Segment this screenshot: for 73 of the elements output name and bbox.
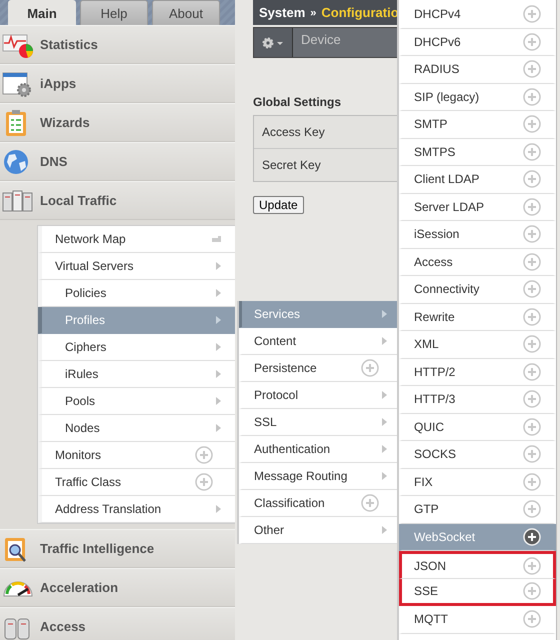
- menu-item[interactable]: Rewrite: [399, 304, 556, 331]
- arrow-icon: [382, 337, 387, 345]
- map-icon: [212, 236, 221, 242]
- nav-item[interactable]: DNS: [0, 142, 235, 181]
- menu-item[interactable]: Nodes: [38, 415, 235, 442]
- breadcrumb-page: Configuratio: [321, 5, 399, 20]
- menu-item[interactable]: QUIC: [399, 414, 556, 441]
- arrow-icon: [216, 316, 221, 324]
- arrow-icon: [382, 472, 387, 480]
- arrow-icon: [216, 262, 221, 270]
- nav-label: Wizards: [40, 115, 90, 130]
- section-title: Global Settings: [253, 95, 342, 109]
- arrow-icon: [216, 424, 221, 432]
- menu-item[interactable]: XML: [399, 331, 556, 358]
- menu-item[interactable]: Policies: [38, 280, 235, 307]
- update-button[interactable]: Update: [253, 196, 304, 214]
- menu-item[interactable]: RADIUS: [399, 56, 556, 84]
- menu-item[interactable]: Access: [399, 248, 556, 276]
- nav-item[interactable]: Acceleration: [0, 568, 235, 607]
- nav-label: Traffic Intelligence: [40, 541, 154, 556]
- nav-label: Statistics: [40, 37, 98, 52]
- arrow-icon: [216, 397, 221, 405]
- menu-item[interactable]: HTTP/2: [399, 358, 556, 386]
- menu-item[interactable]: JSON: [399, 551, 556, 578]
- menu-item[interactable]: Connectivity: [399, 276, 556, 304]
- arrow-icon: [382, 418, 387, 426]
- menu-item[interactable]: DHCPv4: [399, 1, 556, 28]
- menu-item[interactable]: HTTP/3: [399, 386, 556, 414]
- menu-item[interactable]: Ciphers: [38, 334, 235, 361]
- nav-item[interactable]: Statistics: [0, 25, 235, 64]
- arrow-icon: [216, 289, 221, 297]
- nav-item[interactable]: Wizards: [0, 103, 235, 142]
- menu-item[interactable]: SMTPS: [399, 138, 556, 166]
- breadcrumb-separator: »: [310, 6, 316, 18]
- arrow-icon: [382, 445, 387, 453]
- menu-item[interactable]: Pools: [38, 388, 235, 415]
- menu-item[interactable]: iRules: [38, 361, 235, 388]
- menu-item[interactable]: DHCPv6: [399, 28, 556, 56]
- breadcrumb-section[interactable]: System: [259, 5, 306, 20]
- arrow-icon: [382, 526, 387, 534]
- menu-item[interactable]: Virtual Servers: [38, 253, 235, 280]
- nav-item[interactable]: Traffic Intelligence: [0, 529, 235, 568]
- menu-item[interactable]: FIX: [399, 468, 556, 496]
- arrow-icon: [216, 370, 221, 378]
- arrow-icon: [382, 310, 387, 318]
- menu-item[interactable]: iSession: [399, 221, 556, 248]
- nav-label: Acceleration: [40, 580, 118, 595]
- arrow-icon: [382, 391, 387, 399]
- menu-item[interactable]: MQTT: [399, 606, 556, 634]
- menu-item[interactable]: Client LDAP: [399, 166, 556, 194]
- menu-item[interactable]: Server LDAP: [399, 194, 556, 221]
- nav-label: Local Traffic: [40, 193, 117, 208]
- menu-item[interactable]: Monitors: [38, 442, 235, 469]
- menu-item[interactable]: SMTP: [399, 111, 556, 138]
- menu-item[interactable]: SOCKS: [399, 441, 556, 468]
- menu-item[interactable]: SSE: [399, 578, 556, 606]
- nav-label: DNS: [40, 154, 68, 169]
- window-gear-icon: [2, 70, 34, 98]
- arrow-icon: [216, 505, 221, 513]
- nav-item[interactable]: iApps: [0, 64, 235, 103]
- menu-item[interactable]: Network Map: [38, 226, 235, 253]
- nav-item[interactable]: Local Traffic: [0, 181, 235, 220]
- nav-label: Access: [40, 619, 86, 634]
- tab[interactable]: Main: [8, 0, 76, 25]
- nav-label: iApps: [40, 76, 76, 91]
- arrow-icon: [216, 343, 221, 351]
- menu-item[interactable]: Address Translation: [38, 496, 235, 523]
- tab[interactable]: About: [152, 0, 220, 25]
- tab[interactable]: Help: [80, 0, 148, 25]
- gear-menu-icon[interactable]: [262, 36, 284, 48]
- nav-item[interactable]: Access: [0, 607, 235, 640]
- menu-item[interactable]: Traffic Class: [38, 469, 235, 496]
- menu-item[interactable]: SIP (legacy): [399, 84, 556, 111]
